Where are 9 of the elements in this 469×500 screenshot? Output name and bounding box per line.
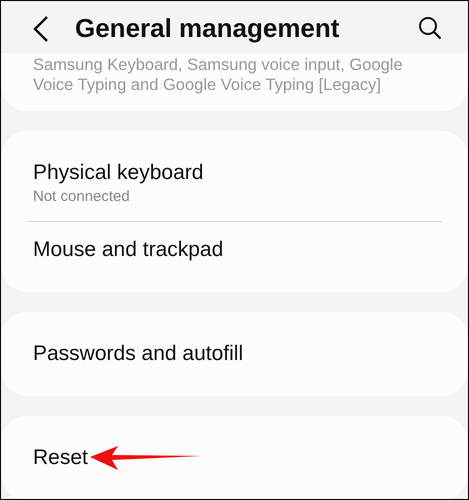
setting-subtitle: Samsung Keyboard, Samsung voice input, Google Voice Typing and Google Voice Typing [Legacy] — [33, 55, 404, 95]
setting-item[interactable]: Physical keyboard — [33, 159, 204, 187]
page-title: General management — [75, 12, 340, 44]
setting-item[interactable]: Reset — [33, 444, 88, 472]
back-icon[interactable] — [33, 15, 49, 43]
setting-subtitle: Not connected — [33, 187, 131, 207]
setting-item[interactable]: Mouse and trackpad — [33, 236, 224, 264]
setting-item[interactable]: Passwords and autofill — [33, 340, 244, 368]
search-icon[interactable] — [418, 16, 442, 40]
